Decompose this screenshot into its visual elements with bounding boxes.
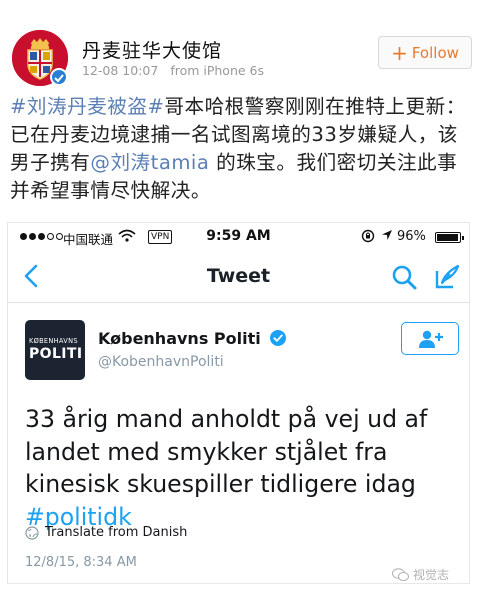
phone-status-bar: 中国联通 VPN 9:59 AM 96% (8, 223, 469, 251)
battery-fill (437, 234, 459, 241)
search-icon[interactable] (391, 264, 417, 290)
plus-icon: + (391, 40, 408, 65)
verified-check-icon (270, 330, 287, 346)
wechat-icon (392, 568, 409, 581)
follow-label: Follow (411, 43, 459, 62)
tweet-follow-button[interactable] (401, 322, 459, 355)
post-mention[interactable]: @刘涛tamia (90, 151, 209, 174)
tweet-author-handle[interactable]: @KobenhavnPoliti (98, 354, 224, 370)
compose-icon[interactable] (433, 263, 461, 291)
avatar-text-top: KØBENHAVNS (29, 337, 78, 345)
post-timestamp: 12-08 10:07 (82, 63, 159, 78)
tweet-author-name-text: Københavns Politi (98, 329, 261, 348)
weibo-post-header: 丹麦驻华大使馆 12-08 10:07 from iPhone 6s + Fol… (0, 0, 477, 92)
police-avatar[interactable]: KØBENHAVNS POLITI (25, 320, 85, 380)
translate-label: Translate from Danish (45, 525, 188, 540)
tweet-date: 12/8/15, 8:34 AM (25, 555, 137, 570)
verified-badge-icon (50, 68, 68, 86)
avatar-text-bottom: POLITI (29, 346, 83, 362)
tweet-nav-bar: Tweet (8, 251, 469, 303)
tweet-text-body: 33 årig mand anholdt på vej ud af landet… (25, 405, 428, 498)
globe-icon (25, 525, 39, 540)
add-user-icon (419, 330, 443, 348)
account-name[interactable]: 丹麦驻华大使馆 (82, 36, 222, 63)
embedded-tweet-screenshot[interactable]: 中国联通 VPN 9:59 AM 96% Tweet KØBENHAVNS PO… (7, 222, 470, 584)
battery-percent: 96% (397, 229, 426, 244)
rotation-lock-icon (361, 229, 375, 247)
watermark: 视觉志 (392, 566, 449, 583)
post-source: from iPhone 6s (170, 63, 265, 78)
battery-icon (435, 232, 464, 243)
follow-button[interactable]: + Follow (378, 36, 472, 69)
location-icon (381, 229, 393, 244)
post-text: #刘涛丹麦被盗#哥本哈根警察刚刚在推特上更新：已在丹麦边境逮捕一名试图离境的33… (10, 93, 472, 205)
tweet-text: 33 årig mand anholdt på vej ud af landet… (25, 403, 465, 533)
watermark-text: 视觉志 (413, 568, 450, 582)
translate-link[interactable]: Translate from Danish (25, 525, 187, 540)
tweet-author-name[interactable]: Københavns Politi (98, 329, 287, 348)
post-meta: 12-08 10:07 from iPhone 6s (82, 63, 264, 78)
post-hashtag[interactable]: #刘涛丹麦被盗# (10, 95, 164, 118)
